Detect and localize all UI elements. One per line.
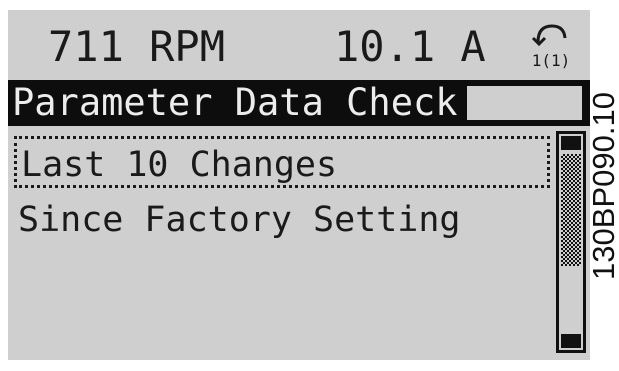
current-readout: 10.1 A [334,22,486,71]
scroll-down-icon[interactable] [561,334,581,348]
page-title: Parameter Data Check [12,81,458,124]
title-bar-block [467,86,582,120]
menu-back-icon[interactable]: 1(1) [528,22,574,70]
figure-id-label: 130BP090.10 [586,18,619,353]
scroll-up-icon[interactable] [561,136,581,150]
scroll-thumb[interactable] [561,154,581,266]
menu-item-last-10-changes[interactable]: Last 10 Changes [14,136,550,188]
menu-indicator-label: 1(1) [532,51,571,70]
menu-item-since-factory-setting[interactable]: Since Factory Setting [14,194,550,246]
figure-id-text: 130BP090.10 [586,91,619,280]
speed-readout: 711 RPM [48,22,226,71]
title-bar: Parameter Data Check [8,80,590,126]
lcd-display: 711 RPM 10.1 A 1(1) Parameter Data Check… [8,10,590,360]
scrollbar[interactable] [556,131,586,353]
